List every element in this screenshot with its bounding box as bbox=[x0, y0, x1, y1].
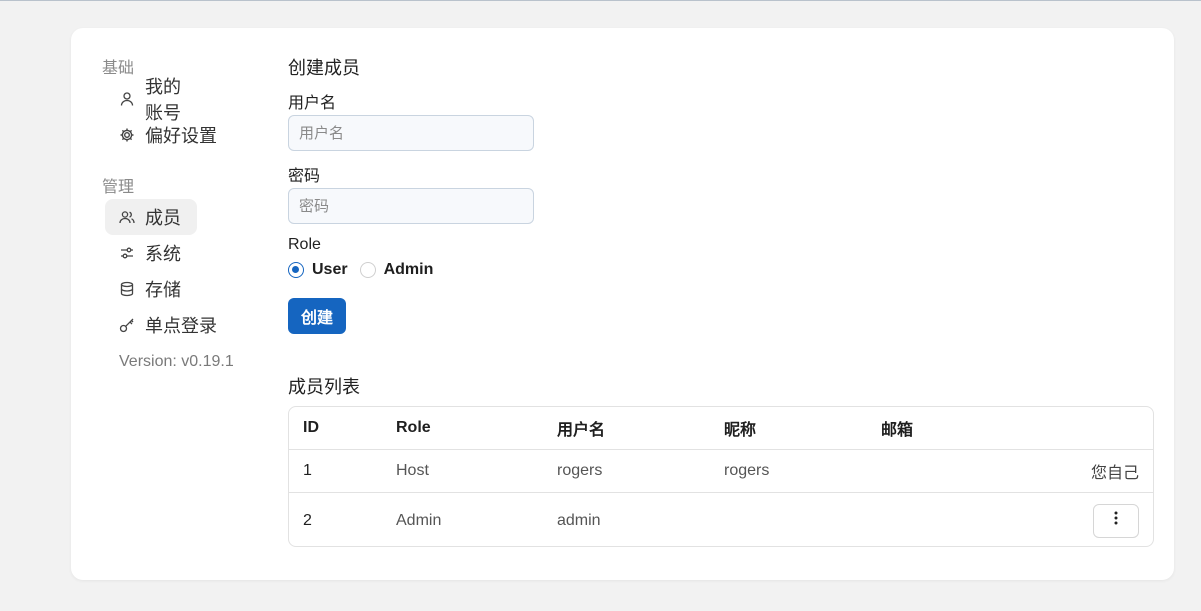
sidebar-item-label: 单点登录 bbox=[145, 316, 217, 336]
role-option-label: Admin bbox=[383, 261, 434, 278]
role-radio-admin[interactable]: Admin bbox=[359, 261, 434, 279]
cell-role: Host bbox=[396, 462, 429, 479]
user-icon bbox=[119, 91, 135, 107]
sidebar-item-preferences[interactable]: 偏好设置 bbox=[105, 117, 235, 153]
cell-self-label: 您自己 bbox=[1090, 465, 1139, 482]
sliders-icon bbox=[119, 245, 135, 261]
table-row: 1 Host rogers rogers 您自己 bbox=[289, 450, 1153, 493]
column-header-email: 邮箱 bbox=[881, 422, 914, 439]
cell-username: admin bbox=[557, 511, 601, 529]
sidebar-item-label: 成员 bbox=[145, 208, 181, 228]
member-list-heading: 成员列表 bbox=[288, 377, 360, 397]
members-table: ID Role 用户名 昵称 邮箱 1 Host rogers rogers 您… bbox=[288, 406, 1154, 547]
table-header-row: ID Role 用户名 昵称 邮箱 bbox=[289, 407, 1153, 450]
sidebar-section-title-basic: 基础 bbox=[102, 60, 135, 77]
column-header-role: Role bbox=[396, 419, 431, 436]
radio-unchecked-icon bbox=[359, 262, 376, 278]
cell-role: Admin bbox=[396, 511, 442, 529]
cell-username: rogers bbox=[557, 462, 603, 479]
sidebar-item-label: 偏好设置 bbox=[145, 126, 217, 146]
password-label: 密码 bbox=[288, 168, 321, 185]
column-header-id: ID bbox=[303, 419, 319, 436]
sidebar-item-label: 系统 bbox=[145, 244, 181, 264]
create-button[interactable]: 创建 bbox=[288, 298, 346, 334]
sidebar-section-title-admin: 管理 bbox=[102, 179, 135, 196]
row-more-button[interactable] bbox=[1093, 503, 1139, 538]
username-label: 用户名 bbox=[288, 95, 337, 112]
cell-nickname: rogers bbox=[724, 462, 770, 479]
settings-card: 基础 我的账号 偏好设置 管理 成员 系统 存储 单点登录 Version: v… bbox=[71, 28, 1174, 580]
sidebar-item-system[interactable]: 系统 bbox=[105, 235, 197, 271]
database-icon bbox=[119, 281, 135, 297]
create-member-heading: 创建成员 bbox=[288, 58, 360, 78]
role-option-label: User bbox=[312, 261, 348, 278]
sidebar-item-sso[interactable]: 单点登录 bbox=[105, 307, 235, 343]
sidebar-item-members[interactable]: 成员 bbox=[105, 199, 197, 235]
users-icon bbox=[119, 209, 135, 225]
cell-id: 1 bbox=[303, 462, 312, 479]
window-top-border bbox=[0, 0, 1201, 1]
radio-checked-icon bbox=[288, 262, 304, 278]
column-header-nickname: 昵称 bbox=[724, 422, 757, 439]
password-input[interactable] bbox=[288, 188, 534, 224]
more-vertical-icon bbox=[1114, 511, 1118, 530]
table-row: 2 Admin admin bbox=[289, 493, 1153, 546]
sidebar-item-storage[interactable]: 存储 bbox=[105, 271, 197, 307]
role-radio-user[interactable]: User bbox=[288, 261, 348, 279]
column-header-username: 用户名 bbox=[557, 422, 606, 439]
sidebar-item-label: 存储 bbox=[145, 280, 181, 300]
role-radio-group: User Admin bbox=[288, 260, 445, 280]
cell-actions bbox=[1093, 493, 1139, 546]
gear-icon bbox=[119, 127, 135, 143]
sidebar-item-my-account[interactable]: 我的账号 bbox=[105, 77, 197, 123]
version-label: Version: v0.19.1 bbox=[119, 353, 234, 370]
role-label: Role bbox=[288, 236, 321, 253]
cell-id: 2 bbox=[303, 511, 312, 529]
key-icon bbox=[119, 317, 135, 333]
username-input[interactable] bbox=[288, 115, 534, 151]
